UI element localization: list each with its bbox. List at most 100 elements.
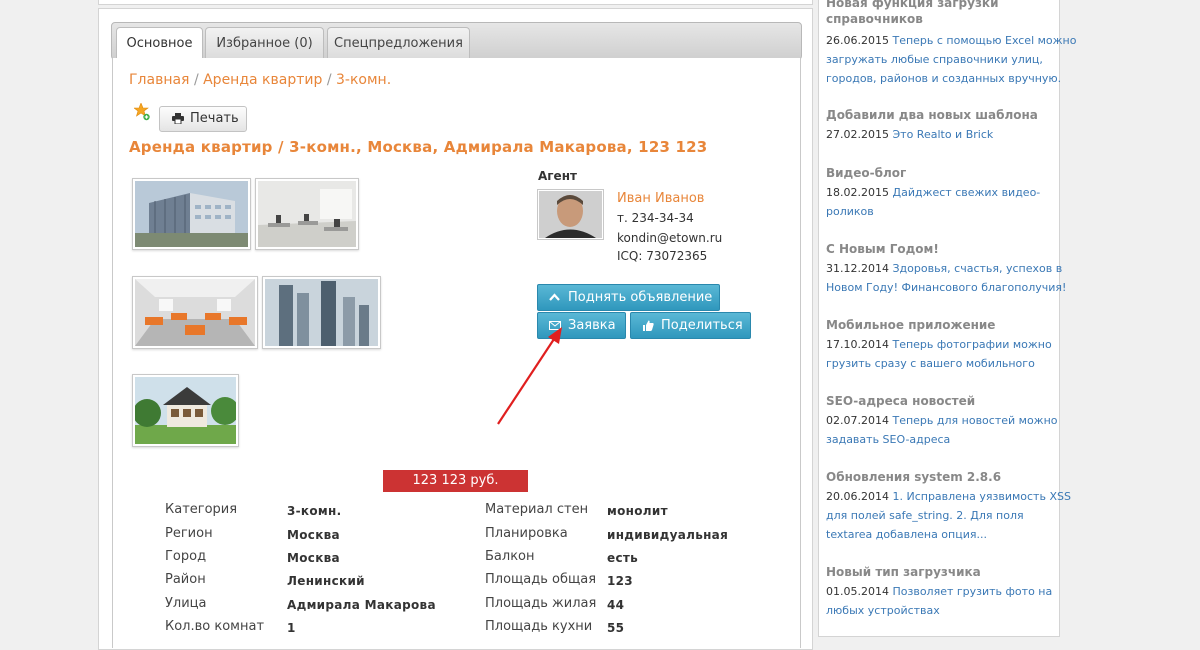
news-date: 18.02.2015: [826, 186, 889, 199]
print-button[interactable]: Печать: [159, 106, 247, 132]
news-text[interactable]: любых устройствах: [826, 604, 940, 617]
news-date: 17.10.2014: [826, 338, 889, 351]
agent-photo: [539, 191, 602, 238]
news-text[interactable]: для полей safe_string. 2. Для поля: [826, 509, 1024, 522]
news-text-link[interactable]: роликов: [826, 205, 874, 218]
news-title[interactable]: Обновления system 2.8.6: [826, 470, 1001, 484]
news-text[interactable]: 18.02.2015 Дайджест свежих видео-: [826, 186, 1040, 199]
property-value: 123: [607, 574, 633, 588]
tab-main[interactable]: Основное: [116, 27, 203, 59]
property-label: Балкон: [485, 549, 535, 564]
property-value: Москва: [287, 551, 340, 565]
tab-special-offers[interactable]: Спецпредложения: [327, 27, 470, 58]
news-date: 20.06.2014: [826, 490, 889, 503]
news-text[interactable]: 01.05.2014 Позволяет грузить фото на: [826, 585, 1052, 598]
agent-name[interactable]: Иван Иванов: [617, 191, 704, 206]
country-house-photo: [133, 377, 239, 444]
news-text-link[interactable]: Позволяет грузить фото на: [892, 585, 1052, 598]
news-title[interactable]: SEO-адреса новостей: [826, 394, 975, 408]
photo-thumbnail[interactable]: [132, 276, 258, 349]
tab-favorites[interactable]: Избранное (0): [205, 27, 324, 58]
news-text-link[interactable]: задавать SEO-адреса: [826, 433, 950, 446]
property-label: Площадь кухни: [485, 619, 593, 634]
news-text-link[interactable]: городов, районов и созданных вручную.: [826, 72, 1061, 85]
top-panel-edge: [98, 0, 813, 5]
news-text[interactable]: 20.06.2014 1. Исправлена уязвимость XSS: [826, 490, 1071, 503]
news-text-link[interactable]: Теперь для новостей можно: [892, 414, 1057, 427]
news-text-link[interactable]: Новом Году! Финансового благополучия!: [826, 281, 1066, 294]
favorite-add-icon[interactable]: [133, 102, 150, 121]
news-text-link[interactable]: Теперь фотографии можно: [892, 338, 1051, 351]
news-text[interactable]: Новом Году! Финансового благополучия!: [826, 281, 1066, 294]
news-date: 26.06.2015: [826, 34, 889, 47]
news-text-link[interactable]: для полей safe_string. 2. Для поля: [826, 509, 1024, 522]
news-text-link[interactable]: любых устройствах: [826, 604, 940, 617]
news-text-link[interactable]: Это Realto и Brick: [892, 128, 993, 141]
property-label: Город: [165, 549, 207, 564]
news-text-link[interactable]: 1. Исправлена уязвимость XSS: [892, 490, 1070, 503]
property-value: 44: [607, 598, 625, 612]
price-badge: 123 123 руб.: [383, 470, 528, 492]
news-text-link[interactable]: Здоровья, счастья, успехов в: [892, 262, 1062, 275]
news-text[interactable]: грузить сразу с вашего мобильного: [826, 357, 1035, 370]
photo-thumbnail[interactable]: [255, 178, 359, 250]
news-text[interactable]: роликов: [826, 205, 874, 218]
agent-icq: ICQ: 73072365: [617, 249, 708, 263]
news-title[interactable]: Видео-блог: [826, 166, 906, 180]
news-text[interactable]: задавать SEO-адреса: [826, 433, 950, 446]
news-text[interactable]: 26.06.2015 Теперь с помощью Excel можно: [826, 34, 1076, 47]
property-label: Категория: [165, 502, 238, 517]
news-text[interactable]: городов, районов и созданных вручную.: [826, 72, 1061, 85]
photo-thumbnail[interactable]: [132, 374, 239, 447]
property-value: есть: [607, 551, 638, 565]
property-label: Кол.во комнат: [165, 619, 265, 634]
property-value: 55: [607, 621, 625, 635]
news-title-part[interactable]: Новая функция загрузки: [826, 0, 999, 10]
news-title[interactable]: С Новым Годом!: [826, 242, 939, 256]
news-title[interactable]: Добавили два новых шаблона: [826, 108, 1038, 122]
news-text-link[interactable]: textarea добавлена опция...: [826, 528, 987, 541]
property-value: Москва: [287, 528, 340, 542]
printer-icon: [172, 113, 184, 124]
tab-bar: Основное Избранное (0) Спецпредложения: [111, 22, 802, 60]
office-interior-photo: [258, 181, 356, 247]
news-text[interactable]: textarea добавлена опция...: [826, 528, 987, 541]
building-photo: [135, 181, 248, 247]
news-text[interactable]: загружать любые справочники улиц,: [826, 53, 1043, 66]
property-value: Ленинский: [287, 574, 365, 588]
news-title[interactable]: Новый тип загрузчика: [826, 565, 981, 579]
agent-email: kondin@etown.ru: [617, 231, 723, 245]
breadcrumb-home[interactable]: Главная: [129, 72, 189, 88]
property-label: Площадь жилая: [485, 596, 597, 611]
listing-title: Аренда квартир / 3-комн., Москва, Адмира…: [129, 138, 708, 156]
photo-thumbnail[interactable]: [262, 276, 381, 349]
property-value: 3-комн.: [287, 504, 342, 518]
agent-phone: т. 234-34-34: [617, 211, 694, 225]
annotation-arrow: [497, 327, 562, 425]
breadcrumb: Главная / Аренда квартир / 3-комн.: [129, 72, 391, 88]
breadcrumb-current[interactable]: 3-комн.: [336, 72, 391, 88]
news-text[interactable]: 27.02.2015 Это Realto и Brick: [826, 128, 993, 141]
news-title[interactable]: Мобильное приложение: [826, 318, 995, 332]
news-text-link[interactable]: грузить сразу с вашего мобильного: [826, 357, 1035, 370]
breadcrumb-section[interactable]: Аренда квартир: [203, 72, 322, 88]
news-text[interactable]: 17.10.2014 Теперь фотографии можно: [826, 338, 1052, 351]
news-text[interactable]: 02.07.2014 Теперь для новостей можно: [826, 414, 1058, 427]
news-text-link[interactable]: загружать любые справочники улиц,: [826, 53, 1043, 66]
news-text-link[interactable]: Теперь с помощью Excel можно: [892, 34, 1076, 47]
news-text-link[interactable]: Дайджест свежих видео-: [892, 186, 1040, 199]
photo-thumbnail[interactable]: [132, 178, 251, 250]
share-button[interactable]: Поделиться: [630, 312, 751, 339]
agent-avatar: [537, 189, 604, 240]
property-value: монолит: [607, 504, 668, 518]
news-title-part[interactable]: справочников: [826, 12, 923, 26]
news-text[interactable]: 31.12.2014 Здоровья, счастья, успехов в: [826, 262, 1062, 275]
property-label: Регион: [165, 526, 213, 541]
property-label: Планировка: [485, 526, 568, 541]
skyscrapers-photo: [265, 279, 378, 346]
chevron-up-icon: [549, 293, 560, 301]
share-label: Поделиться: [661, 318, 743, 333]
property-label: Площадь общая: [485, 572, 597, 587]
raise-listing-button[interactable]: Поднять объявление: [537, 284, 720, 311]
open-office-photo: [135, 279, 255, 346]
